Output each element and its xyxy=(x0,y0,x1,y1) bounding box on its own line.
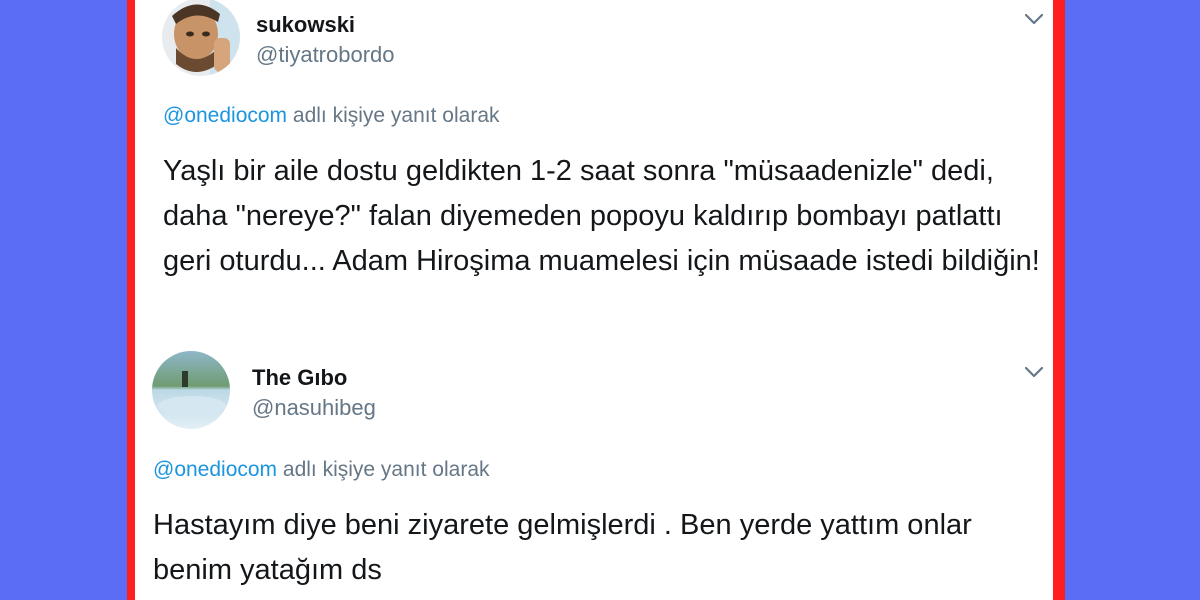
tweet-thread: sukowski @tiyatrobordo @onediocom adlı k… xyxy=(135,0,1053,600)
avatar[interactable] xyxy=(152,351,230,429)
chevron-down-icon[interactable] xyxy=(1023,12,1045,26)
reply-mention-link[interactable]: @onediocom xyxy=(163,104,287,127)
user-avatar-icon xyxy=(152,351,230,429)
reply-context-label: adlı kişiye yanıt olarak xyxy=(287,104,500,127)
reply-context-label: adlı kişiye yanıt olarak xyxy=(277,458,490,481)
user-avatar-icon xyxy=(162,0,240,76)
avatar[interactable] xyxy=(162,0,240,76)
display-name[interactable]: The Gıbo xyxy=(252,365,347,391)
red-frame: sukowski @tiyatrobordo @onediocom adlı k… xyxy=(127,0,1065,600)
tweet-text: Yaşlı bir aile dostu geldikten 1-2 saat … xyxy=(163,155,1040,277)
tweet: The Gıbo @nasuhibeg @onediocom adlı kişi… xyxy=(135,345,1053,600)
reply-mention-link[interactable]: @onediocom xyxy=(153,458,277,481)
tweet-text: Hastayım diye beni ziyarete gelmişlerdi … xyxy=(153,509,972,586)
display-name[interactable]: sukowski xyxy=(256,12,355,38)
reply-context: @onediocom adlı kişiye yanıt olarak xyxy=(163,104,500,128)
reply-context: @onediocom adlı kişiye yanıt olarak xyxy=(153,458,490,482)
chevron-down-icon[interactable] xyxy=(1023,365,1045,379)
user-handle[interactable]: @tiyatrobordo xyxy=(256,42,395,68)
tweet: sukowski @tiyatrobordo @onediocom adlı k… xyxy=(135,0,1053,345)
user-handle[interactable]: @nasuhibeg xyxy=(252,395,376,421)
